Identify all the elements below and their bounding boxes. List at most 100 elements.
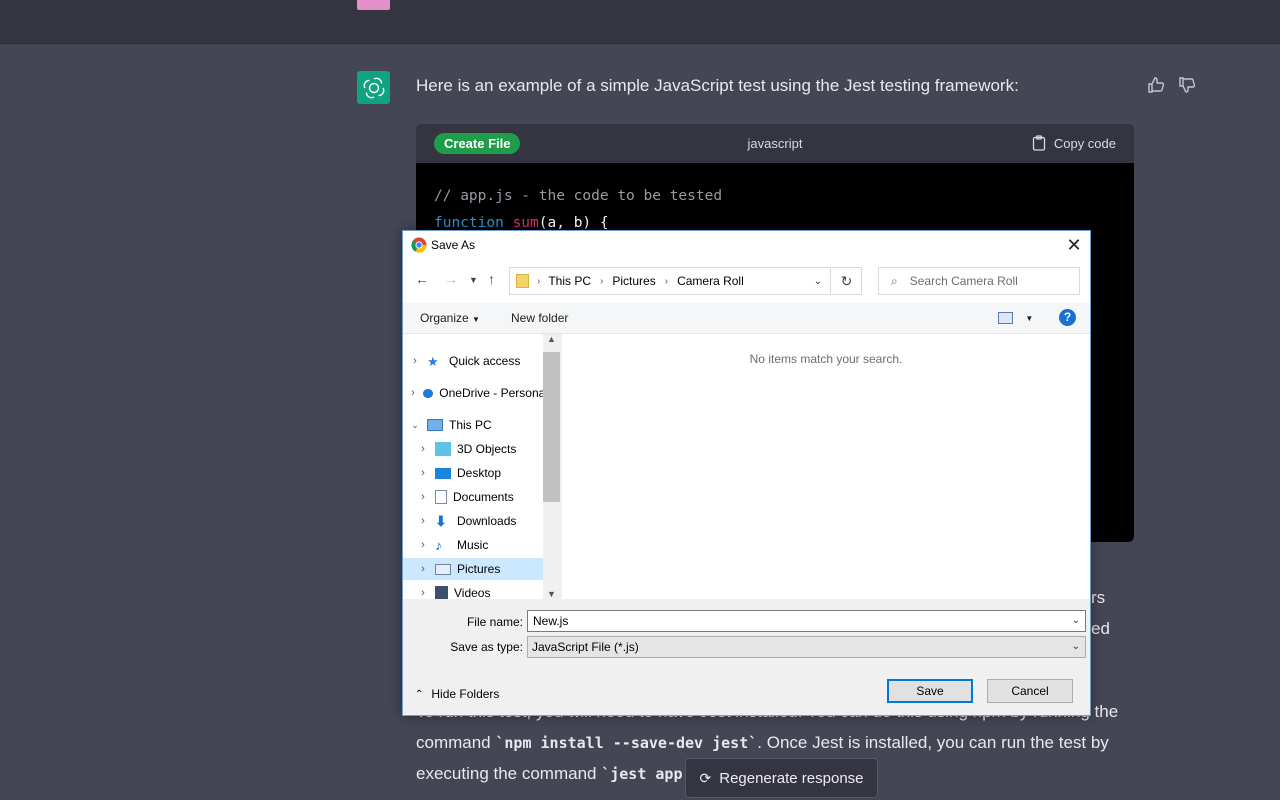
refresh-icon: ⟳ [699, 769, 712, 786]
tree-item-label: This PC [449, 418, 492, 432]
chevron-right-icon[interactable]: › [417, 587, 429, 599]
close-icon[interactable]: ✕ [1062, 233, 1086, 257]
chatgpt-logo-icon [357, 71, 390, 104]
file-name-value: New.js [533, 614, 569, 628]
scrollbar-thumb[interactable] [543, 352, 560, 502]
tree-item-3d-objects[interactable]: › 3D Objects [403, 438, 543, 460]
organize-button[interactable]: Organize ▼ [420, 311, 480, 325]
chevron-right-icon[interactable]: › [417, 491, 429, 503]
chevron-right-icon[interactable]: › [417, 443, 429, 455]
regenerate-response-button[interactable]: ⟳ Regenerate response [685, 758, 878, 798]
address-bar[interactable]: › This PC › Pictures › Camera Roll ⌄ [509, 267, 831, 295]
computer-icon [427, 419, 443, 431]
tree-item-label: Downloads [457, 514, 517, 528]
code-text: (a, b) { [538, 215, 609, 231]
breadcrumb-item[interactable]: Pictures [612, 274, 655, 288]
top-bar [0, 0, 1280, 44]
organize-label: Organize [420, 311, 469, 325]
tree-item-pictures[interactable]: › Pictures [403, 558, 543, 580]
save-as-dialog: Save As ✕ ← → ▼ ↑ › This PC › Pictures ›… [402, 230, 1091, 716]
document-icon [435, 490, 447, 504]
cloud-icon [422, 388, 434, 398]
clipboard-icon [1032, 135, 1045, 151]
tree-item-label: Pictures [457, 562, 501, 576]
help-icon[interactable]: ? [1059, 309, 1076, 326]
copy-code-button[interactable]: Copy code [1032, 135, 1116, 151]
tree-item-label: OneDrive - Personal [439, 386, 543, 400]
code-keyword: function [434, 215, 504, 231]
chevron-right-icon[interactable]: › [417, 563, 429, 575]
code-function-name: sum [512, 215, 539, 231]
refresh-icon[interactable]: ↻ [832, 267, 862, 295]
save-button[interactable]: Save [887, 679, 973, 703]
chevron-right-icon[interactable]: › [417, 539, 429, 551]
file-list-pane[interactable]: No items match your search. [562, 334, 1090, 599]
back-arrow-icon[interactable]: ← [415, 271, 429, 287]
search-input[interactable]: ⌕ Search Camera Roll [878, 267, 1080, 295]
hide-folders-button[interactable]: ⌃ Hide Folders [415, 687, 499, 701]
user-avatar [357, 0, 390, 10]
folder-icon [516, 274, 529, 288]
chevron-up-icon: ⌃ [415, 688, 424, 700]
forward-arrow-icon[interactable]: → [444, 271, 458, 287]
thumbs-up-icon[interactable] [1145, 74, 1167, 96]
chrome-icon [411, 237, 427, 253]
dialog-toolbar: Organize ▼ New folder ▼ ? [403, 303, 1090, 334]
tree-item-label: Desktop [457, 466, 502, 480]
inline-code: `npm install --save-dev jest` [495, 734, 758, 752]
chevron-right-icon[interactable]: › [409, 355, 421, 367]
chevron-right-icon[interactable]: › [417, 515, 429, 527]
tree-item-videos[interactable]: › Videos [403, 582, 543, 599]
up-arrow-icon[interactable]: ↑ [488, 271, 495, 287]
chevron-right-icon[interactable]: › [417, 467, 429, 479]
music-icon: ♪ [435, 537, 442, 553]
navigation-pane: › ★ Quick access › OneDrive - Personal ⌄… [403, 334, 543, 599]
tree-item-downloads[interactable]: › ⬇ Downloads [403, 510, 543, 532]
picture-icon [435, 563, 451, 575]
paragraph-fragment: rs [1091, 588, 1106, 607]
cancel-button[interactable]: Cancel [987, 679, 1073, 703]
copy-code-label: Copy code [1053, 135, 1116, 151]
tree-item-this-pc[interactable]: ⌄ This PC [403, 414, 543, 436]
code-line: // app.js - the code to be tested [434, 188, 723, 204]
breadcrumb-item[interactable]: Camera Roll [677, 274, 744, 288]
search-placeholder: Search Camera Roll [909, 274, 1018, 288]
chevron-down-icon[interactable]: ⌄ [409, 420, 421, 431]
empty-message: No items match your search. [749, 352, 903, 366]
breadcrumb-item[interactable]: This PC [548, 274, 591, 288]
thumbs-down-icon[interactable] [1176, 74, 1198, 96]
file-name-input[interactable]: New.js ⌄ [527, 610, 1086, 632]
new-folder-button[interactable]: New folder [511, 311, 568, 325]
dialog-title-bar: Save As ✕ [403, 231, 1090, 259]
chevron-right-icon[interactable]: › [409, 387, 417, 399]
view-options-icon[interactable]: ▼ [998, 310, 1033, 324]
paragraph-text: executing the command [416, 764, 602, 783]
save-as-type-select[interactable]: JavaScript File (*.js) ⌄ [527, 636, 1086, 658]
tree-item-onedrive[interactable]: › OneDrive - Personal [403, 382, 543, 404]
breadcrumb-separator-icon: › [664, 275, 669, 287]
tree-item-label: 3D Objects [457, 442, 517, 456]
tree-item-documents[interactable]: › Documents [403, 486, 543, 508]
search-icon: ⌕ [891, 273, 898, 288]
paragraph-line: executing the command `jest app [416, 764, 683, 784]
recent-locations-chevron-icon[interactable]: ▼ [469, 275, 478, 285]
tree-item-label: Documents [453, 490, 514, 504]
tree-item-desktop[interactable]: › Desktop [403, 462, 543, 484]
inline-code: `jest app [601, 765, 683, 783]
scroll-up-icon[interactable]: ▲ [543, 334, 560, 344]
file-name-label: File name: [466, 615, 523, 629]
code-header: Create File javascript Copy code [416, 124, 1134, 163]
chevron-down-icon[interactable]: ⌄ [1072, 641, 1080, 652]
navigation-scrollbar[interactable]: ▲ ▼ [543, 334, 560, 599]
tree-item-label: Videos [454, 586, 491, 599]
dropdown-arrow-icon: ▼ [472, 315, 480, 324]
tree-item-quick-access[interactable]: › ★ Quick access [403, 350, 543, 372]
desktop-icon [435, 467, 451, 479]
chevron-down-icon[interactable]: ⌄ [1072, 615, 1080, 626]
hide-folders-label: Hide Folders [431, 687, 500, 701]
chevron-down-icon[interactable]: ⌄ [814, 276, 822, 287]
scroll-down-icon[interactable]: ▼ [543, 589, 560, 599]
dialog-title: Save As [431, 238, 476, 252]
tree-item-music[interactable]: › ♪ Music [403, 534, 543, 556]
tree-item-label: Music [457, 538, 489, 552]
